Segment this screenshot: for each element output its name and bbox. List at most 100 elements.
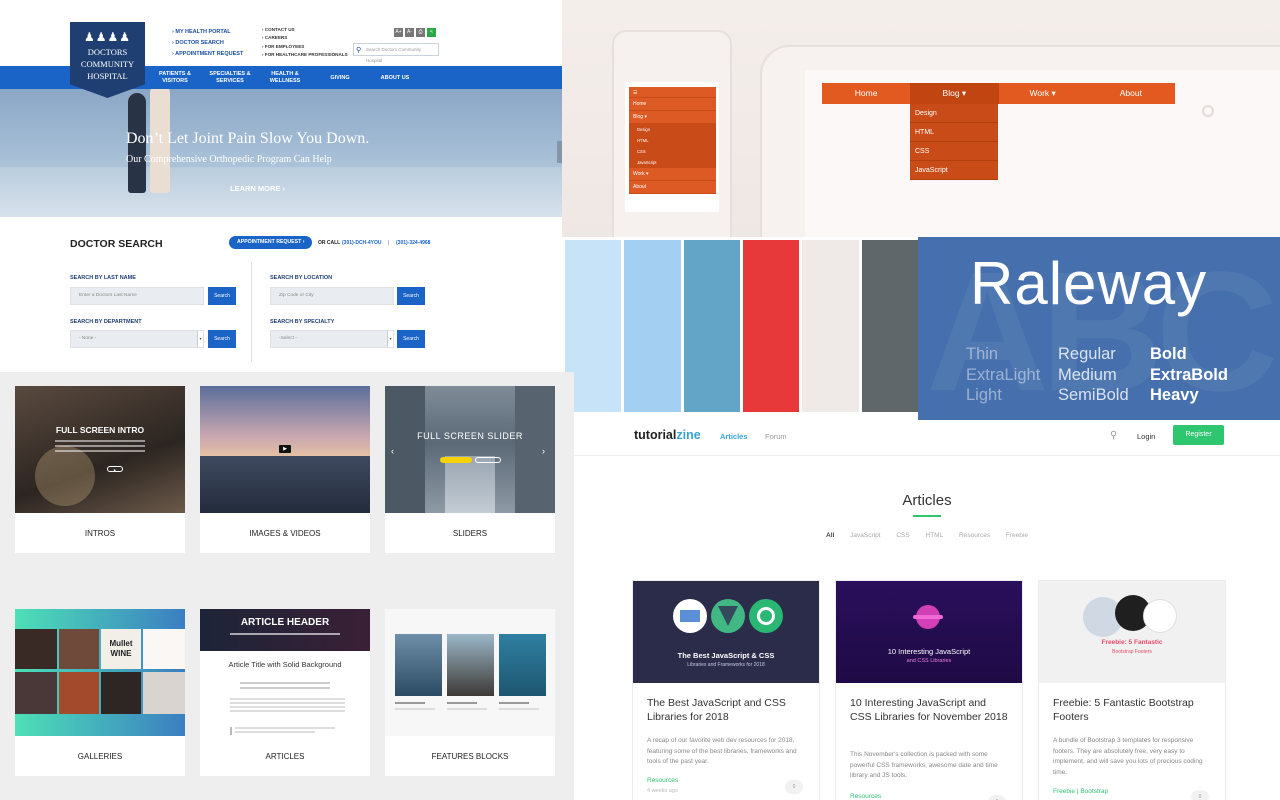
link-my-health-portal[interactable]: › MY HEALTH PORTAL (172, 27, 243, 38)
nav-giving[interactable]: GIVING (322, 75, 358, 82)
share-icon[interactable]: < (427, 28, 436, 37)
desktop-item-work[interactable]: Work ▾ (999, 83, 1087, 104)
header-tools: A+ A- ⎙ < (394, 28, 436, 37)
link-for-employees[interactable]: › FOR EMPLOYEES (262, 43, 348, 51)
card-title[interactable]: Freebie: 5 Fantastic Bootstrap Footers (1053, 696, 1213, 724)
article-card-image: The Best JavaScript & CSS Libraries and … (633, 581, 819, 683)
article-card[interactable]: 10 Interesting JavaScript and CSS Librar… (835, 580, 1023, 800)
filter-javascript[interactable]: JavaScript (850, 532, 880, 539)
filter-html[interactable]: HTML (926, 532, 944, 539)
department-search-button[interactable]: Search (208, 330, 236, 348)
slider-thumb-title: FULL SCREEN SLIDER (417, 431, 523, 441)
intro-play-icon[interactable]: ▶ (107, 466, 123, 472)
appointment-request-button[interactable]: APPOINTMENT REQUEST › (229, 236, 313, 249)
link-appointment-request[interactable]: › APPOINTMENT REQUEST (172, 49, 243, 60)
card-tag[interactable]: Resources (850, 793, 881, 800)
comment-count[interactable]: 0 (1191, 790, 1209, 800)
block-caption: GALLERIES (77, 752, 123, 761)
dropdown-item-javascript[interactable]: JavaScript (910, 161, 998, 180)
card-tag[interactable]: Freebie | Bootstrap (1053, 788, 1108, 795)
phone-number-1[interactable]: (301)-DCH-4YOU (342, 240, 381, 246)
article-card-image: 10 Interesting JavaScript and CSS Librar… (836, 581, 1022, 683)
block-images-videos[interactable]: ▶ IMAGES & VIDEOS (200, 386, 370, 553)
nav-health-wellness[interactable]: HEALTH & WELLNESS (266, 71, 304, 84)
dropdown-item-design[interactable]: Design (910, 104, 998, 123)
phone-separator: | (388, 240, 390, 246)
card-description: A recap of our favorite web dev resource… (647, 737, 797, 765)
print-icon[interactable]: ⎙ (416, 28, 425, 37)
nav-articles[interactable]: Articles (720, 432, 748, 441)
mobile-menu: ☰ Home Blog ▾ Design HTML CSS JavaScript… (629, 87, 716, 194)
last-name-search-button[interactable]: Search (208, 287, 236, 305)
comment-count[interactable]: 0 (785, 780, 803, 794)
article-card[interactable]: Freebie: 5 Fantastic Bootstrap Footers F… (1038, 580, 1226, 800)
link-contact-us[interactable]: › CONTACT US (262, 26, 348, 34)
block-sliders[interactable]: FULL SCREEN SLIDER ‹ › SLIDERS (385, 386, 555, 553)
mobile-item-about[interactable]: About (629, 181, 716, 194)
last-name-placeholder: Enter a Doctors Last Name (79, 293, 137, 298)
login-link[interactable]: Login (1137, 432, 1155, 441)
card-tag[interactable]: Resources (647, 777, 678, 784)
desktop-item-about[interactable]: About (1087, 83, 1175, 104)
article-card[interactable]: The Best JavaScript & CSS Libraries and … (632, 580, 820, 800)
hamburger-icon[interactable]: ☰ (629, 87, 716, 98)
link-careers[interactable]: › CAREERS (262, 34, 348, 42)
block-galleries[interactable]: Mullet WINE GALLERIES (15, 609, 185, 776)
search-icon[interactable]: ⚲ (1110, 430, 1117, 441)
logo-line-2: COMMUNITY (80, 59, 135, 69)
desktop-item-home[interactable]: Home (822, 83, 910, 104)
comment-count[interactable]: 0 (988, 795, 1006, 800)
filter-css[interactable]: CSS (896, 532, 909, 539)
slider-next-icon[interactable]: › (542, 446, 545, 456)
link-doctor-search[interactable]: › DOCTOR SEARCH (172, 38, 243, 49)
block-features[interactable]: FEATURES BLOCKS (385, 609, 555, 776)
hospital-search-input[interactable]: ⚲ Search Doctors Community Hospital (353, 43, 439, 63)
mobile-item-html[interactable]: HTML (629, 135, 716, 146)
phone-number-2[interactable]: (301)-324-4968 (396, 240, 430, 246)
play-icon[interactable]: ▶ (279, 445, 291, 453)
dropdown-item-css[interactable]: CSS (910, 142, 998, 161)
card-title[interactable]: 10 Interesting JavaScript and CSS Librar… (850, 696, 1010, 724)
or-call-label: OR CALL (318, 240, 341, 246)
filter-all[interactable]: All (826, 532, 834, 539)
swatch-4 (742, 240, 800, 412)
specialty-search-button[interactable]: Search (397, 330, 425, 348)
hospital-logo[interactable]: ♟♟♟♟ DOCTORS COMMUNITY HOSPITAL (70, 22, 145, 98)
slider-prev-icon[interactable]: ‹ (391, 446, 394, 456)
font-decrease-icon[interactable]: A- (405, 28, 414, 37)
department-select[interactable]: - None - ▾ (70, 330, 204, 348)
nav-specialties-services[interactable]: SPECIALTIES & SERVICES (208, 71, 252, 84)
location-search-button[interactable]: Search (397, 287, 425, 305)
mobile-item-javascript[interactable]: JavaScript (629, 157, 716, 168)
weight-regular: Regular (1058, 345, 1116, 363)
mobile-item-work[interactable]: Work ▾ (629, 168, 716, 181)
nav-forum[interactable]: Forum (765, 432, 787, 441)
block-intros[interactable]: FULL SCREEN INTRO ▶ INTROS (15, 386, 185, 553)
card-title[interactable]: The Best JavaScript and CSS Libraries fo… (647, 696, 807, 724)
last-name-input[interactable]: Enter a Doctors Last Name (70, 287, 204, 305)
nav-about-us[interactable]: ABOUT US (374, 75, 416, 82)
dropdown-item-html[interactable]: HTML (910, 123, 998, 142)
learn-more-link[interactable]: LEARN MORE › (230, 184, 285, 193)
mobile-item-blog[interactable]: Blog ▾ (629, 111, 716, 124)
department-value: - None - (79, 336, 97, 341)
mobile-item-design[interactable]: Design (629, 124, 716, 135)
location-input[interactable]: Zip Code or City (270, 287, 394, 305)
specialty-select[interactable]: -Select - ▾ (270, 330, 394, 348)
sliders-thumbnail: FULL SCREEN SLIDER ‹ › (385, 386, 555, 513)
nav-patients-visitors[interactable]: PATIENTS & VISITORS (156, 71, 194, 84)
mobile-item-home[interactable]: Home (629, 98, 716, 111)
collage: ♟♟♟♟ DOCTORS COMMUNITY HOSPITAL › MY HEA… (0, 0, 1280, 800)
specialty-label: SEARCH BY SPECIALTY (270, 319, 335, 325)
mobile-item-css[interactable]: CSS (629, 146, 716, 157)
filter-resources[interactable]: Resources (959, 532, 990, 539)
link-for-healthcare-professionals[interactable]: › FOR HEALTHCARE PROFESSIONALS (262, 51, 348, 59)
galleries-thumbnail: Mullet WINE (15, 609, 185, 736)
block-articles[interactable]: ARTICLE HEADER Article Title with Solid … (200, 609, 370, 776)
filter-freebie[interactable]: Freebie (1006, 532, 1028, 539)
font-increase-icon[interactable]: A+ (394, 28, 403, 37)
register-button[interactable]: Register (1173, 425, 1224, 445)
tz-logo[interactable]: tutorialzine (634, 428, 701, 442)
desktop-item-blog[interactable]: Blog ▾ (910, 83, 999, 104)
card-image-line-2: Libraries and Frameworks for 2018 (687, 662, 765, 668)
